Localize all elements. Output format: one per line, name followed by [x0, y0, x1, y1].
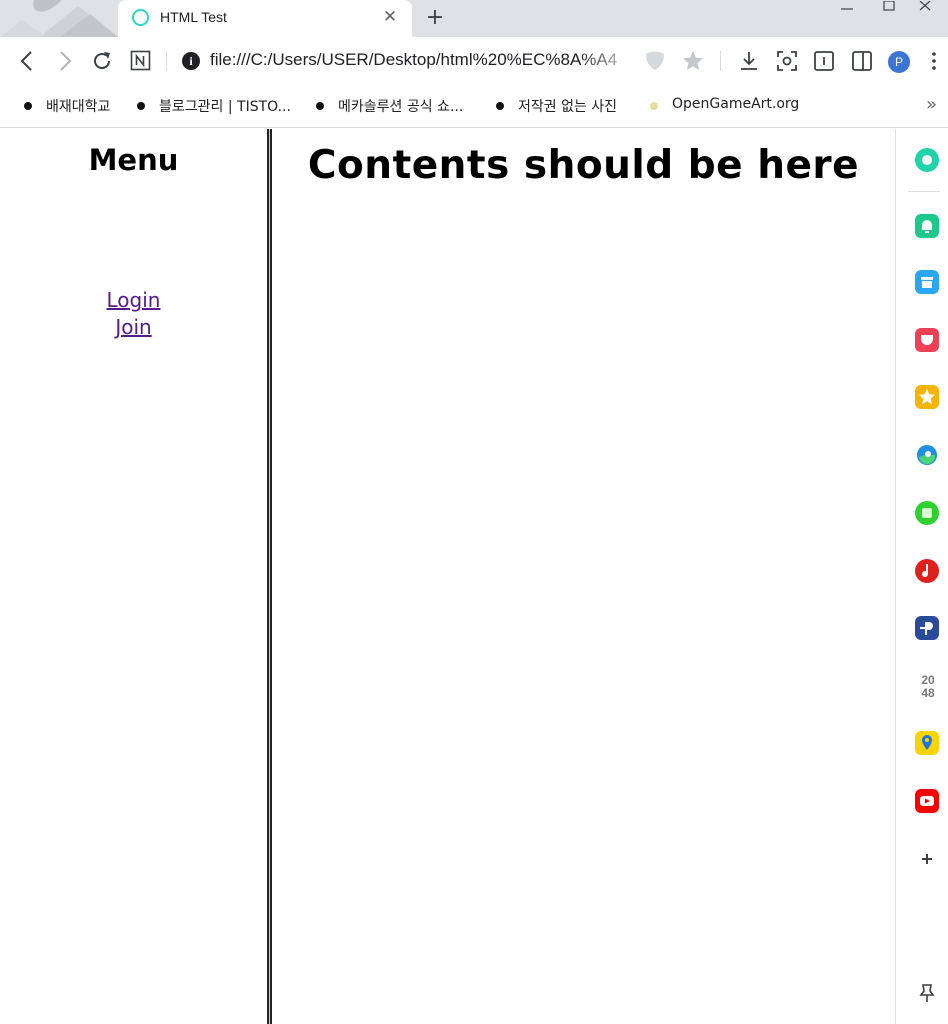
bookmark-favicon-icon: [137, 102, 145, 110]
menu-panel: Menu Login Join: [0, 129, 267, 1024]
edge-app-icon[interactable]: [915, 443, 939, 467]
square-app-icon[interactable]: [915, 501, 939, 525]
bookmark-favicon-icon: [24, 102, 32, 110]
url-text[interactable]: file:///C:/Users/USER/Desktop/html%20%EC…: [210, 50, 617, 70]
url-fade: [580, 46, 640, 76]
content-panel: Contents should be here: [272, 129, 895, 1024]
svg-text:48: 48: [921, 686, 935, 699]
more-menu-icon[interactable]: [922, 49, 946, 73]
bookmark-item[interactable]: OpenGameArt.org: [650, 95, 800, 117]
side-panel-toggle-icon[interactable]: [850, 49, 874, 73]
add-app-icon[interactable]: [915, 847, 939, 871]
reader-mode-icon[interactable]: [812, 49, 836, 73]
menu-title: Menu: [88, 143, 179, 177]
profile-avatar[interactable]: P: [888, 51, 910, 73]
toolbar-divider: [166, 51, 167, 71]
shield-icon[interactable]: [643, 49, 667, 73]
bell-app-icon[interactable]: [915, 214, 939, 238]
login-link[interactable]: Login: [0, 287, 267, 314]
plus-p-app-icon[interactable]: [915, 616, 939, 640]
reload-icon[interactable]: [90, 49, 114, 73]
back-arrow-icon[interactable]: [16, 49, 40, 73]
bookmark-favicon-icon: [496, 102, 504, 110]
join-link[interactable]: Join: [0, 314, 267, 341]
tab-favicon-icon: [132, 9, 149, 26]
2048-app-icon[interactable]: 20 48: [915, 673, 939, 699]
browser-title-bar: HTML Test ✕ +: [0, 0, 948, 37]
pin-icon[interactable]: [915, 981, 939, 1005]
bookmark-label: 메카솔루션 공식 쇼...: [338, 99, 464, 115]
window-maximize-button[interactable]: [875, 0, 905, 14]
content-title: Contents should be here: [307, 143, 860, 188]
side-panel-separator: [908, 191, 940, 192]
circle-app-icon[interactable]: [915, 148, 939, 172]
window-close-button[interactable]: [917, 0, 947, 14]
forward-arrow-icon[interactable]: [52, 49, 76, 73]
archive-app-icon[interactable]: [915, 270, 939, 294]
bookmarks-bar: 배재대학교 블로그관리 | TISTO... 메카솔루션 공식 쇼... 저작권…: [0, 86, 948, 128]
bookmark-item[interactable]: 배재대학교: [24, 95, 124, 117]
bookmark-item[interactable]: 메카솔루션 공식 쇼...: [316, 95, 486, 117]
download-icon[interactable]: [737, 49, 761, 73]
bookmark-favicon-icon: [316, 102, 324, 110]
map-pin-app-icon[interactable]: [915, 731, 939, 755]
new-tab-button[interactable]: +: [424, 7, 446, 29]
theme-decoration: [0, 0, 118, 37]
browser-side-panel: 20 48: [895, 129, 948, 1024]
bookmark-favicon-icon: [650, 102, 658, 110]
naver-home-icon[interactable]: [129, 49, 153, 73]
browser-tab[interactable]: HTML Test ✕: [118, 0, 412, 37]
window-minimize-button[interactable]: [834, 0, 864, 14]
bookmark-item[interactable]: 블로그관리 | TISTO...: [137, 95, 302, 117]
bookmark-star-icon[interactable]: [681, 49, 705, 73]
music-note-app-icon[interactable]: [915, 559, 939, 583]
youtube-app-icon[interactable]: [915, 789, 939, 813]
bookmark-label: 저작권 없는 사진: [518, 99, 618, 115]
screenshot-capture-icon[interactable]: [775, 49, 799, 73]
bookmark-label: OpenGameArt.org: [672, 96, 800, 112]
bookmark-item[interactable]: 저작권 없는 사진: [496, 95, 636, 117]
menu-links: Login Join: [0, 287, 267, 341]
address-bar[interactable]: i file:///C:/Users/USER/Desktop/html%20%…: [180, 46, 710, 76]
bookmark-label: 배재대학교: [46, 99, 111, 115]
star-app-icon[interactable]: [915, 385, 939, 409]
toolbar-divider: [720, 51, 721, 71]
pocket-app-icon[interactable]: [915, 328, 939, 352]
svg-text:20: 20: [921, 673, 935, 687]
bookmarks-overflow-button[interactable]: »: [926, 94, 937, 115]
tab-title: HTML Test: [160, 9, 227, 25]
bookmark-label: 블로그관리 | TISTO...: [159, 99, 291, 115]
tab-close-icon[interactable]: ✕: [380, 7, 400, 27]
site-info-icon[interactable]: i: [182, 52, 200, 70]
browser-toolbar: i file:///C:/Users/USER/Desktop/html%20%…: [0, 37, 948, 86]
